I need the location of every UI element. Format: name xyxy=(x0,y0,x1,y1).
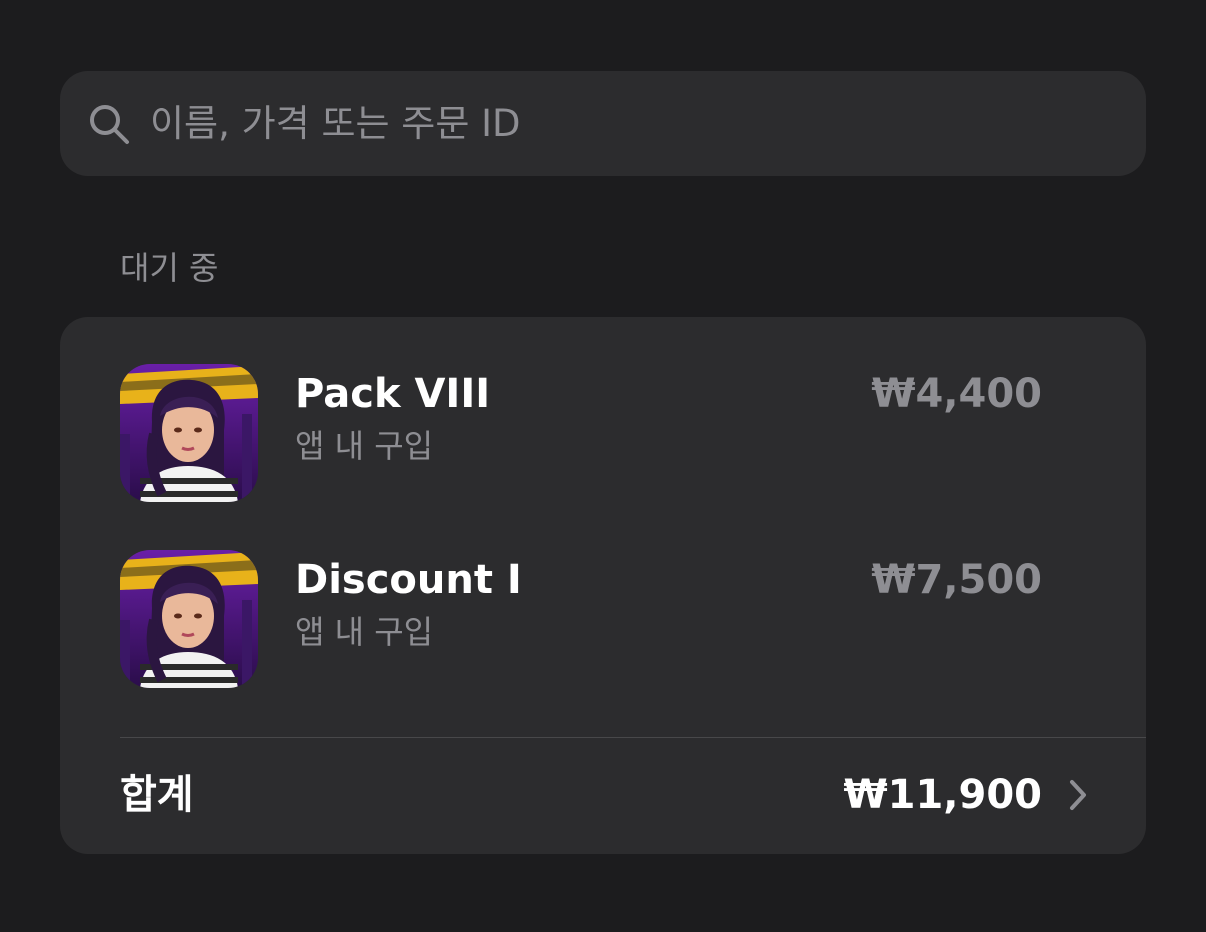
item-price: ₩7,500 xyxy=(871,557,1042,603)
total-value: ₩11,900 xyxy=(843,772,1042,818)
pending-purchases-card: Pack VIII 앱 내 구입 ₩4,400 Discount I 앱 내 구… xyxy=(60,317,1146,854)
purchase-item-row[interactable]: Discount I 앱 내 구입 ₩7,500 xyxy=(60,550,1146,688)
item-price: ₩4,400 xyxy=(871,371,1042,417)
search-input[interactable] xyxy=(150,95,1110,151)
item-name: Discount I xyxy=(295,557,522,603)
pending-purchases-screen: 대기 중 xyxy=(0,0,1206,932)
total-label: 합계 xyxy=(120,772,194,818)
item-type: 앱 내 구입 xyxy=(295,427,434,465)
game-app-icon xyxy=(120,364,258,502)
item-name: Pack VIII xyxy=(295,371,491,417)
total-row[interactable]: 합계 ₩11,900 xyxy=(60,738,1146,854)
search-icon xyxy=(90,105,129,144)
item-type: 앱 내 구입 xyxy=(295,613,434,651)
game-app-icon xyxy=(120,550,258,688)
section-header-pending: 대기 중 xyxy=(120,249,219,287)
chevron-right-icon xyxy=(1070,780,1086,810)
purchase-item-row[interactable]: Pack VIII 앱 내 구입 ₩4,400 xyxy=(60,364,1146,502)
